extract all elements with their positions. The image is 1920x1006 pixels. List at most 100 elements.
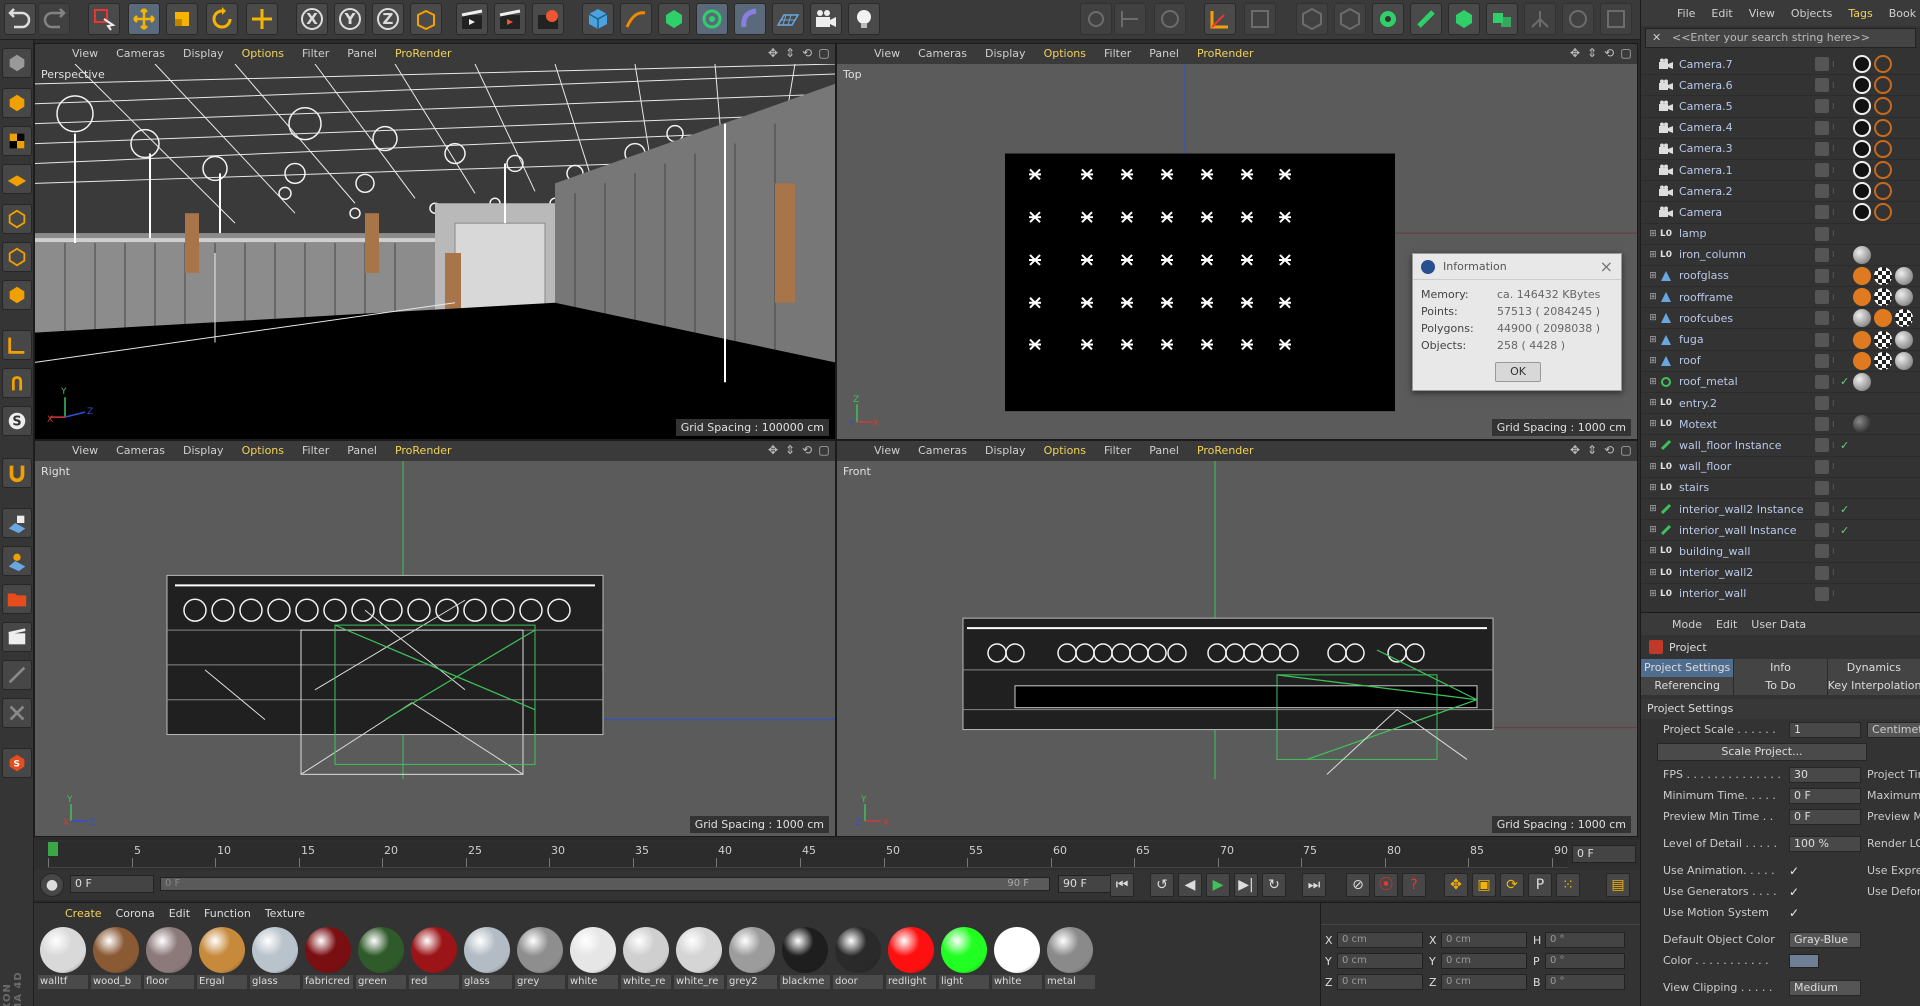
- start-frame-field[interactable]: 0 F: [70, 875, 154, 893]
- object-row[interactable]: ⊞ roofframe ⁝: [1641, 287, 1920, 309]
- right-viewport[interactable]: View Cameras Display Options Filter Pane…: [34, 440, 836, 837]
- visibility-dots-icon[interactable]: ⁝: [1832, 229, 1840, 238]
- material-preview[interactable]: [835, 927, 881, 973]
- viewport-menu-panel[interactable]: Panel: [1140, 44, 1188, 64]
- interactive-render-icon[interactable]: [1114, 3, 1146, 35]
- material-preview[interactable]: [146, 927, 192, 973]
- om-menu-bookmarks[interactable]: Book: [1881, 7, 1920, 20]
- visibility-dots-icon[interactable]: ⁝: [1832, 60, 1840, 69]
- use-motion-system-checkbox[interactable]: ✓: [1789, 906, 1801, 920]
- material-preview[interactable]: [782, 927, 828, 973]
- texture-tag-icon[interactable]: [1874, 351, 1892, 370]
- protection-tag-icon[interactable]: [1874, 182, 1892, 201]
- layer-icon[interactable]: [1815, 205, 1829, 220]
- material-preview[interactable]: [517, 927, 563, 973]
- material-swatch[interactable]: green: [356, 925, 406, 995]
- layer-icon[interactable]: [1815, 247, 1829, 262]
- playhead-marker[interactable]: [48, 842, 58, 856]
- material-preview[interactable]: [40, 927, 86, 973]
- record-active-icon[interactable]: ⊘: [1346, 873, 1370, 897]
- object-name[interactable]: roof_metal: [1679, 375, 1809, 388]
- material-preview[interactable]: [199, 927, 245, 973]
- material-swatch[interactable]: wood_b: [91, 925, 141, 995]
- object-name[interactable]: interior_wall: [1679, 587, 1809, 600]
- pan-icon[interactable]: ✥: [1568, 46, 1582, 60]
- layer-icon[interactable]: [1815, 523, 1829, 538]
- enabled-check-icon[interactable]: ✓: [1840, 375, 1850, 388]
- material-preview[interactable]: [888, 927, 934, 973]
- undo-icon[interactable]: [4, 3, 36, 35]
- viewport-menu-prorender[interactable]: ProRender: [386, 44, 461, 64]
- go-to-start-icon[interactable]: ⏮: [1110, 873, 1134, 897]
- material-name[interactable]: white: [568, 975, 618, 989]
- next-key-icon[interactable]: ↻: [1262, 873, 1286, 897]
- expand-icon[interactable]: ⊞: [1647, 229, 1659, 239]
- right-canvas[interactable]: Y Z X: [35, 461, 835, 836]
- floor-icon[interactable]: [772, 3, 804, 35]
- expand-icon[interactable]: ⊞: [1647, 525, 1659, 535]
- object-row[interactable]: ⊞ L0 stairs ⁝: [1641, 478, 1920, 499]
- zoom-icon[interactable]: ⇕: [783, 443, 797, 457]
- front-viewport[interactable]: View Cameras Display Options Filter Pane…: [836, 440, 1638, 837]
- render-settings-icon[interactable]: [532, 3, 564, 35]
- layer-icon[interactable]: [1815, 290, 1829, 305]
- maximize-icon[interactable]: ▢: [817, 443, 831, 457]
- object-row[interactable]: ⊞ L0 building_wall ⁝: [1641, 541, 1920, 563]
- object-row[interactable]: Camera.1 ⁝: [1641, 160, 1920, 182]
- folder-icon[interactable]: [2, 584, 32, 614]
- visibility-dots-icon[interactable]: ⁝: [1832, 568, 1840, 577]
- object-row[interactable]: Camera.2 ⁝: [1641, 181, 1920, 203]
- camera-tag-icon[interactable]: [1853, 76, 1871, 95]
- model-mode-icon[interactable]: [1296, 3, 1328, 35]
- timeline-ruler[interactable]: 051015202530354045505560657075808590: [48, 842, 1568, 868]
- object-name[interactable]: lamp: [1679, 227, 1809, 240]
- close-icon[interactable]: ×: [1600, 254, 1613, 280]
- sketch-icon[interactable]: [2, 660, 32, 690]
- material-tag-icon[interactable]: [1895, 330, 1913, 349]
- visibility-dots-icon[interactable]: ⁝: [1832, 377, 1840, 386]
- layer-icon[interactable]: [1815, 502, 1829, 517]
- viewport-menu-view[interactable]: View: [63, 44, 107, 64]
- visibility-dots-icon[interactable]: ⁝: [1832, 356, 1840, 365]
- parameter-key-icon[interactable]: P: [1528, 873, 1552, 897]
- am-menu-mode[interactable]: Mode: [1665, 618, 1709, 631]
- material-tag-icon[interactable]: [1895, 266, 1913, 285]
- material-preview[interactable]: [464, 927, 510, 973]
- orbit-icon[interactable]: ⟲: [800, 443, 814, 457]
- object-row[interactable]: ⊞ L0 interior_wall ⁝: [1641, 584, 1920, 604]
- protection-tag-icon[interactable]: [1874, 118, 1892, 137]
- layer-icon[interactable]: [1815, 163, 1829, 178]
- material-name[interactable]: green: [356, 975, 406, 989]
- size-field[interactable]: 0 cm: [1441, 932, 1527, 948]
- material-swatch[interactable]: glass: [462, 925, 512, 995]
- position-field[interactable]: 0 cm: [1337, 932, 1423, 948]
- visibility-dots-icon[interactable]: ⁝: [1832, 505, 1840, 514]
- enabled-check-icon[interactable]: ✓: [1840, 503, 1850, 516]
- tab-referencing[interactable]: Referencing: [1641, 677, 1735, 695]
- material-swatch[interactable]: glass: [250, 925, 300, 995]
- om-menu-objects[interactable]: Objects: [1783, 7, 1841, 20]
- phong-tag-icon[interactable]: [1853, 266, 1871, 285]
- viewport-menu-cameras[interactable]: Cameras: [909, 44, 976, 64]
- material-name[interactable]: white_re: [674, 975, 724, 989]
- material-preview[interactable]: [570, 927, 616, 973]
- object-name[interactable]: roofcubes: [1679, 312, 1809, 325]
- material-swatch[interactable]: white_re: [674, 925, 724, 995]
- viewport-menu-filter[interactable]: Filter: [293, 44, 338, 64]
- object-name[interactable]: Motext: [1679, 418, 1809, 431]
- tweak-mode-icon[interactable]: [1562, 3, 1594, 35]
- make-editable-icon[interactable]: [2, 48, 32, 78]
- object-row[interactable]: ⊞ L0 lamp ⁝: [1641, 224, 1920, 245]
- protection-tag-icon[interactable]: [1874, 76, 1892, 95]
- object-row[interactable]: ⊞ fuga ⁝: [1641, 329, 1920, 351]
- camera-tag-icon[interactable]: [1853, 118, 1871, 137]
- camera-tag-icon[interactable]: [1853, 55, 1871, 74]
- material-name[interactable]: blackme: [780, 975, 830, 989]
- texture-tag-icon[interactable]: [1874, 266, 1892, 285]
- visibility-dots-icon[interactable]: ⁝: [1832, 81, 1840, 90]
- perspective-canvas[interactable]: X Y Z: [35, 64, 835, 439]
- view-clipping-dropdown[interactable]: Medium: [1789, 979, 1861, 996]
- coordinate-system-icon[interactable]: [410, 3, 442, 35]
- viewport-menu-cameras[interactable]: Cameras: [107, 44, 174, 64]
- object-row[interactable]: ⊞ L0 entry.2 ⁝: [1641, 393, 1920, 415]
